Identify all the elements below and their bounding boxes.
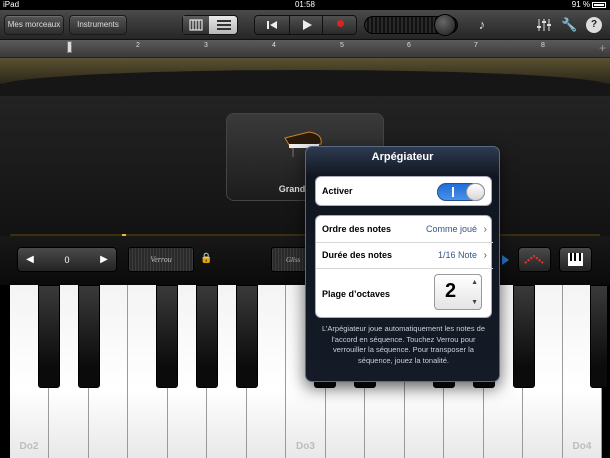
status-bar: iPad 01:58 91 % (0, 0, 610, 10)
arpeggiator-icon (524, 254, 544, 264)
chevron-right-icon: › (483, 224, 487, 235)
note-order-value: Comme joué (425, 224, 477, 234)
tracks-view-icon (217, 20, 231, 30)
hold-button[interactable]: Verrou (128, 247, 194, 272)
ruler-mark: 1 (68, 42, 72, 49)
metronome-icon[interactable]: ♪ (474, 17, 490, 33)
popover-title: Arpégiateur (371, 151, 434, 163)
key-label: Do4 (572, 441, 592, 452)
rewind-icon (267, 21, 277, 29)
record-button[interactable] (323, 16, 357, 34)
black-key[interactable] (513, 285, 535, 388)
ruler-mark: 2 (136, 42, 140, 49)
octave-range-value: 2 (445, 280, 457, 302)
instruments-button[interactable]: Instruments (69, 15, 127, 35)
chevron-right-icon: › (483, 250, 487, 261)
mixer-icon[interactable] (536, 17, 552, 33)
ruler-mark: 5 (340, 42, 344, 49)
increment-icon[interactable]: ▲ (471, 279, 478, 286)
settings-wrench-icon[interactable]: 🔧 (561, 17, 577, 33)
battery-percent: 91 % (571, 0, 590, 9)
black-key[interactable] (38, 285, 60, 388)
octave-up-button[interactable]: ▶ (92, 248, 116, 272)
view-switcher (182, 15, 238, 35)
keyboard-layout-button[interactable] (559, 247, 592, 272)
key-label: Do2 (19, 441, 39, 452)
note-order-label: Ordre des notes (322, 224, 392, 234)
octave-value: 0 (64, 255, 70, 265)
enable-toggle[interactable] (437, 183, 485, 201)
play-button[interactable] (289, 16, 323, 34)
decrement-icon[interactable]: ▼ (471, 299, 478, 306)
keyboard-view-icon (189, 19, 203, 31)
my-songs-button[interactable]: Mes morceaux (4, 15, 64, 35)
clock: 01:58 (294, 0, 316, 9)
note-rate-label: Durée des notes (322, 250, 393, 260)
record-icon (336, 20, 344, 27)
enable-card: Activer (315, 176, 492, 206)
lock-icon: 🔒 (200, 253, 213, 264)
ruler-mark: 7 (474, 42, 478, 49)
play-icon (303, 20, 312, 30)
black-key[interactable] (236, 285, 258, 388)
octave-down-button[interactable]: ◀ (18, 248, 42, 272)
arpeggiator-button[interactable] (518, 247, 551, 272)
popover-footer-text: L’Arpégiateur joue automatiquement les n… (321, 324, 486, 365)
octave-range-stepper[interactable]: 2 ▲ ▼ (434, 274, 482, 310)
toggle-knob (466, 183, 485, 201)
keyboard-layout-icon (568, 253, 583, 266)
master-volume-knob[interactable] (434, 14, 456, 36)
transport-controls (254, 15, 357, 35)
popover-arrow (502, 255, 509, 265)
ruler-mark: 8 (541, 42, 545, 49)
octave-range-label: Plage d’octaves (322, 289, 391, 299)
add-section-icon[interactable]: + (599, 41, 606, 55)
note-rate-row[interactable]: Durée des notes 1/16 Note › (316, 250, 493, 264)
arpeggiator-popover: Arpégiateur Activer Ordre des notes Comm… (305, 146, 500, 382)
ruler-mark: 6 (407, 42, 411, 49)
tracks-view-button[interactable] (211, 16, 237, 34)
divider (316, 268, 493, 269)
ruler-mark: 4 (272, 42, 276, 49)
black-key[interactable] (78, 285, 100, 388)
black-key[interactable] (196, 285, 218, 388)
ruler-mark: 3 (204, 42, 208, 49)
black-key[interactable] (590, 285, 608, 388)
battery-icon (592, 1, 606, 8)
keyboard-view-button[interactable] (183, 16, 209, 34)
rewind-button[interactable] (255, 16, 289, 34)
octave-shifter: ◀ 0 ▶ (17, 247, 117, 272)
glissando-button[interactable]: Gliss (271, 247, 307, 272)
enable-label: Activer (322, 186, 353, 196)
timeline-ruler[interactable]: 1 2 3 4 5 6 7 8 + (0, 40, 610, 58)
settings-card: Ordre des notes Comme joué › Durée des n… (315, 215, 493, 318)
help-icon[interactable]: ? (586, 17, 602, 33)
toolbar: Mes morceaux Instruments ♪ 🔧 ? (0, 10, 610, 40)
toggle-on-mark (452, 187, 454, 197)
note-rate-value: 1/16 Note (437, 250, 477, 260)
note-order-row[interactable]: Ordre des notes Comme joué › (316, 224, 493, 238)
black-key[interactable] (156, 285, 178, 388)
key-label: Do3 (296, 441, 315, 452)
battery-indicator: 91 % (572, 0, 606, 10)
divider (316, 242, 493, 243)
